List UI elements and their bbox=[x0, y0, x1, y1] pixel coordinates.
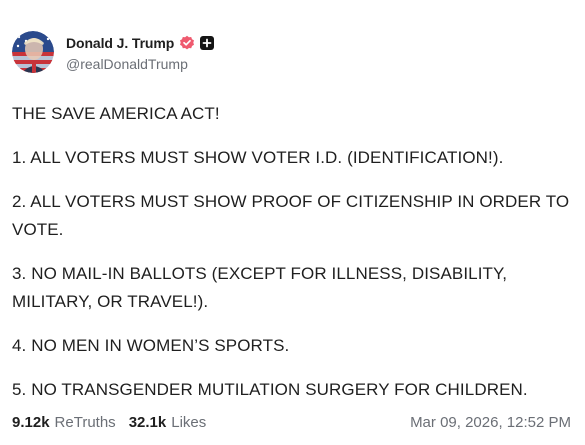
avatar[interactable] bbox=[12, 31, 54, 73]
post-paragraph: 3. NO MAIL-IN BALLOTS (EXCEPT FOR ILLNES… bbox=[12, 264, 508, 311]
post-paragraph: 1. ALL VOTERS MUST SHOW VOTER I.D. (IDEN… bbox=[12, 148, 504, 167]
post-footer: 9.12k ReTruths 32.1k Likes Mar 09, 2026, 1… bbox=[12, 414, 571, 431]
author-handle[interactable]: @realDonaldTrump bbox=[66, 56, 214, 72]
likes-label: Likes bbox=[171, 414, 207, 431]
post-paragraph: 2. ALL VOTERS MUST SHOW PROOF OF CITIZEN… bbox=[12, 192, 570, 239]
post-card: Donald J. Trump @realDonaldTrump THE SAV… bbox=[0, 0, 585, 445]
post-paragraph: THE SAVE AMERICA ACT! bbox=[12, 104, 220, 123]
likes-count: 32.1k bbox=[128, 414, 167, 431]
retruths-count: 9.12k bbox=[12, 414, 50, 431]
post-paragraph: 5. NO TRANSGENDER MUTILATION SURGERY FOR… bbox=[12, 380, 528, 399]
verified-badge-icon bbox=[179, 35, 195, 51]
post-paragraph: 4. NO MEN IN WOMEN’S SPORTS. bbox=[12, 336, 290, 355]
retruths-label: ReTruths bbox=[54, 414, 116, 431]
post-body: THE SAVE AMERICA ACT! 1. ALL VOTERS MUST… bbox=[12, 100, 573, 420]
likes-stat[interactable]: 32.1k Likes bbox=[129, 414, 207, 431]
plus-badge-icon bbox=[200, 35, 215, 50]
post-header: Donald J. Trump @realDonaldTrump bbox=[12, 31, 215, 73]
post-timestamp[interactable]: Mar 09, 2026, 12:52 PM bbox=[410, 414, 571, 431]
name-row: Donald J. Trump bbox=[66, 33, 215, 53]
retruths-stat[interactable]: 9.12k ReTruths bbox=[12, 414, 116, 431]
avatar-image bbox=[12, 31, 54, 73]
author-identity: Donald J. Trump @realDonaldTrump bbox=[66, 33, 215, 72]
author-display-name[interactable]: Donald J. Trump bbox=[66, 35, 174, 51]
